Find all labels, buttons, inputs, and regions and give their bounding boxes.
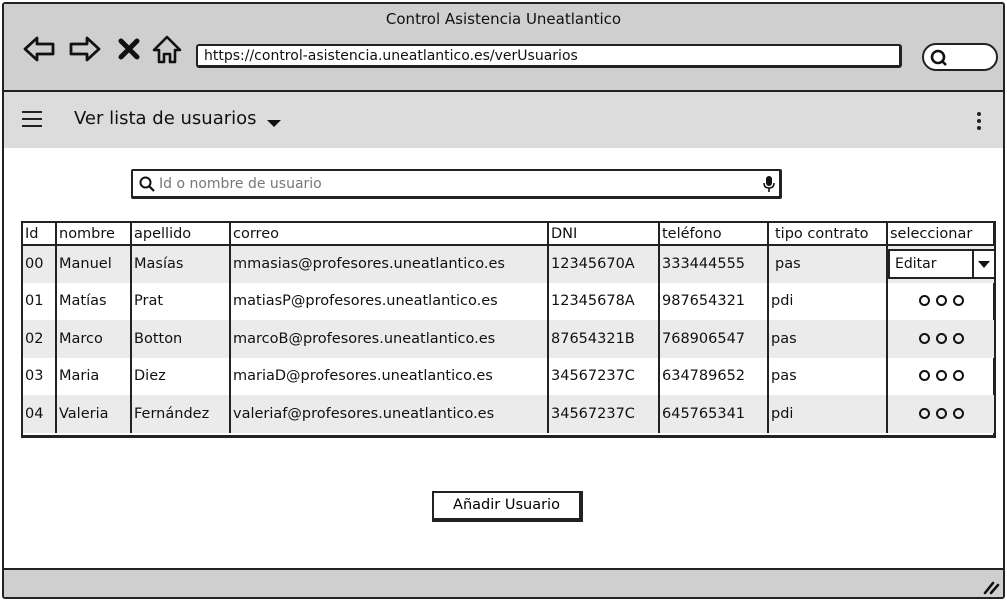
- table-row[interactable]: 01 Matías Prat matiasP@profesores.uneatl…: [23, 282, 994, 321]
- add-user-button[interactable]: Añadir Usuario: [432, 491, 583, 522]
- cell-nombre: Matías: [56, 282, 132, 320]
- cell-tipo-contrato: pdi: [768, 395, 888, 433]
- cell-telefono: 645765341: [659, 395, 769, 433]
- cell-dni: 87654321B: [548, 320, 660, 358]
- forward-arrow-icon[interactable]: [68, 32, 102, 66]
- user-search-field: [131, 169, 782, 199]
- cell-apellido: Prat: [131, 282, 231, 320]
- cell-tipo-contrato: pas: [768, 320, 888, 358]
- column-header-nombre[interactable]: nombre: [56, 223, 132, 246]
- cell-dni: 12345678A: [548, 282, 660, 320]
- cell-correo: mariaD@profesores.uneatlantico.es: [230, 357, 549, 395]
- column-header-correo[interactable]: correo: [230, 223, 549, 246]
- cell-apellido: Fernández: [131, 395, 231, 433]
- cell-correo: valeriaf@profesores.uneatlantico.es: [230, 395, 549, 433]
- search-icon: [139, 176, 155, 192]
- cell-apellido: Diez: [131, 357, 231, 395]
- column-header-dni[interactable]: DNI: [548, 223, 660, 246]
- browser-chrome: Control Asistencia Uneatlantico https://…: [4, 4, 1003, 92]
- status-bar: [4, 568, 1003, 597]
- row-options-icon[interactable]: [887, 320, 994, 358]
- cell-dni: 34567237C: [548, 357, 660, 395]
- action-select-value: Editar: [895, 256, 937, 273]
- users-table: Id nombre apellido correo DNI teléfono t…: [21, 221, 996, 438]
- cell-apellido: Botton: [131, 320, 231, 358]
- cell-seleccionar: Editar: [887, 245, 994, 283]
- app-bar: Ver lista de usuarios: [4, 92, 1003, 148]
- cell-nombre: Manuel: [56, 245, 132, 283]
- back-arrow-icon[interactable]: [22, 32, 56, 66]
- cell-id: 04: [23, 395, 57, 433]
- cell-dni: 34567237C: [548, 395, 660, 433]
- row-options-icon[interactable]: [887, 358, 994, 396]
- table-row[interactable]: 00 Manuel Masías mmasias@profesores.unea…: [23, 245, 994, 283]
- action-select[interactable]: Editar: [888, 249, 994, 280]
- more-options-icon[interactable]: [977, 112, 983, 132]
- cell-id: 01: [23, 282, 57, 320]
- cell-id: 03: [23, 357, 57, 395]
- browser-window: Control Asistencia Uneatlantico https://…: [2, 2, 1005, 599]
- cell-tipo-contrato: pas: [768, 357, 888, 395]
- cell-telefono: 333444555: [659, 245, 769, 283]
- cell-telefono: 768906547: [659, 320, 769, 358]
- home-icon[interactable]: [150, 32, 184, 66]
- search-input[interactable]: [159, 173, 749, 195]
- cell-tipo-contrato: pdi: [768, 282, 888, 320]
- page-title[interactable]: Ver lista de usuarios: [74, 108, 257, 129]
- cell-id: 02: [23, 320, 57, 358]
- resize-grip-icon[interactable]: [982, 579, 1000, 595]
- cell-correo: mmasias@profesores.uneatlantico.es: [230, 245, 549, 283]
- column-header-id[interactable]: Id: [23, 223, 57, 246]
- column-header-seleccionar[interactable]: seleccionar: [887, 223, 994, 246]
- cell-apellido: Masías: [131, 245, 231, 283]
- cell-nombre: Maria: [56, 357, 132, 395]
- column-header-apellido[interactable]: apellido: [131, 223, 231, 246]
- cell-correo: matiasP@profesores.uneatlantico.es: [230, 282, 549, 320]
- table-row[interactable]: 04 Valeria Fernández valeriaf@profesores…: [23, 395, 994, 433]
- microphone-icon[interactable]: [763, 175, 775, 193]
- close-icon[interactable]: [116, 32, 142, 66]
- search-icon: [930, 49, 947, 66]
- cell-id: 00: [23, 245, 57, 283]
- chevron-down-icon[interactable]: [267, 120, 281, 127]
- cell-correo: marcoB@profesores.uneatlantico.es: [230, 320, 549, 358]
- menu-icon[interactable]: [22, 111, 42, 129]
- address-bar[interactable]: https://control-asistencia.uneatlantico.…: [196, 44, 902, 68]
- window-title: Control Asistencia Uneatlantico: [385, 10, 622, 28]
- column-header-telefono[interactable]: teléfono: [659, 223, 769, 246]
- cell-dni: 12345670A: [548, 245, 660, 283]
- cell-telefono: 634789652: [659, 357, 769, 395]
- browser-search-button[interactable]: [922, 43, 998, 71]
- table-header-row: Id nombre apellido correo DNI teléfono t…: [23, 223, 994, 246]
- chevron-down-icon[interactable]: [972, 251, 994, 278]
- table-row[interactable]: 02 Marco Botton marcoB@profesores.uneatl…: [23, 320, 994, 358]
- column-header-tipo-contrato[interactable]: tipo contrato: [768, 223, 888, 246]
- cell-telefono: 987654321: [659, 282, 769, 320]
- row-options-icon[interactable]: [887, 395, 994, 433]
- row-options-icon[interactable]: [887, 283, 994, 321]
- table-row[interactable]: 03 Maria Diez mariaD@profesores.uneatlan…: [23, 357, 994, 396]
- cell-nombre: Marco: [56, 320, 132, 358]
- cell-nombre: Valeria: [56, 395, 132, 433]
- cell-tipo-contrato: pas: [768, 245, 888, 283]
